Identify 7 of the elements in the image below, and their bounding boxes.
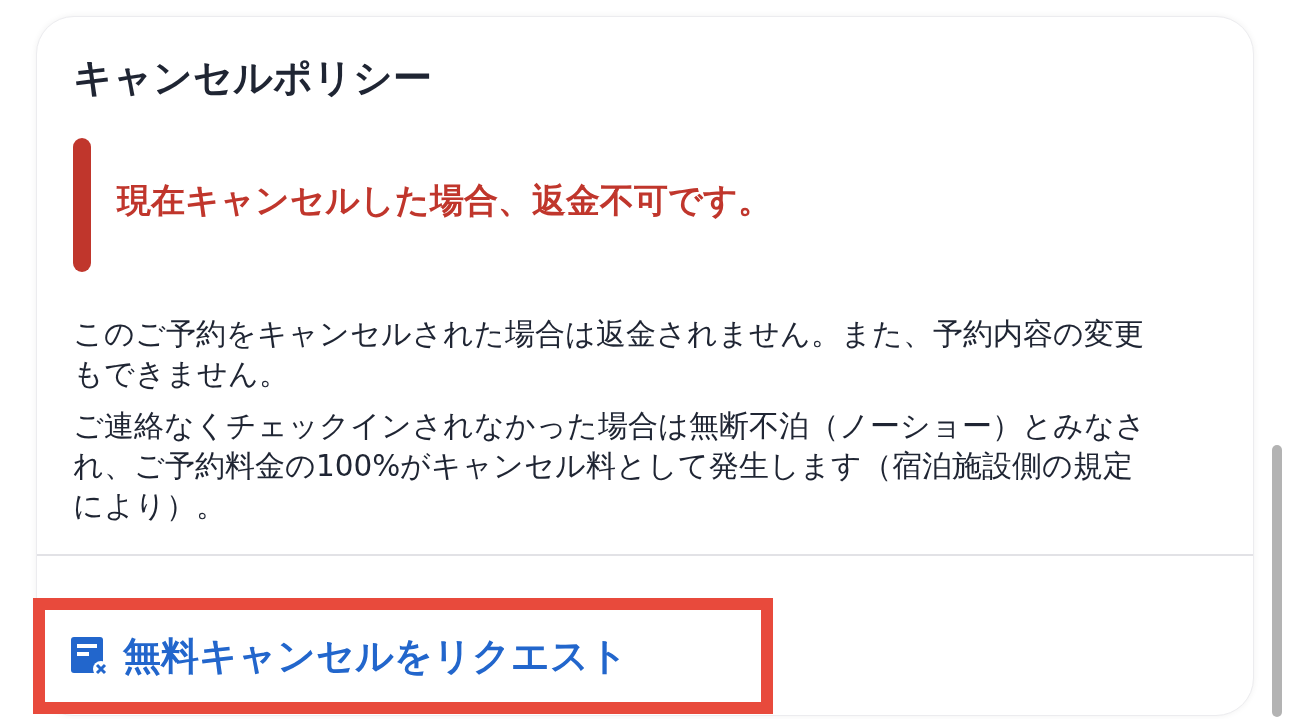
document-cancel-icon bbox=[71, 635, 109, 677]
scrollbar[interactable] bbox=[1272, 445, 1282, 717]
request-cancel-link[interactable]: 無料キャンセルをリクエスト bbox=[71, 627, 628, 685]
alert-text: 現在キャンセルした場合、返金不可です。 bbox=[117, 179, 772, 223]
policy-text: このご予約をキャンセルされた場合は返金されません。また、予約内容の変更もできません。 bbox=[73, 315, 1145, 393]
card-title: キャンセルポリシー bbox=[72, 54, 433, 102]
policy-text: ご連絡なくチェックインされなかった場合は無断不泊（ノーショー）とみなされ、ご予約料金の100%がキャンセル料として発生します（宿泊施設側の規定により）。 bbox=[73, 407, 1147, 525]
